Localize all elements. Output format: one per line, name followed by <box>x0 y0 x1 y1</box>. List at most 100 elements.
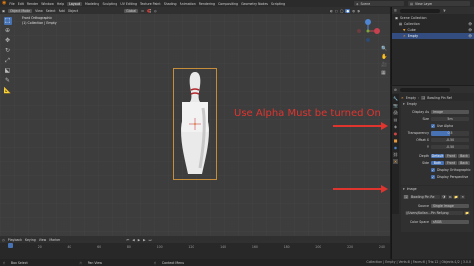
menu-view[interactable]: View <box>35 9 43 13</box>
source-dropdown[interactable]: Single Image <box>431 204 469 208</box>
menu-marker[interactable]: Marker <box>49 238 60 242</box>
transform-tool-icon[interactable]: ⬕ <box>5 67 11 75</box>
annotate-tool-icon[interactable]: ✎ <box>5 77 10 85</box>
move-tool-icon[interactable]: ✥ <box>5 37 10 45</box>
tab-geometry-nodes[interactable]: Geometry Nodes <box>241 2 268 6</box>
transform-orientation-dropdown[interactable]: Global <box>124 8 139 13</box>
menu-timeline-view[interactable]: View <box>39 238 47 242</box>
world-tab-icon[interactable]: ● <box>394 131 398 136</box>
object-tab-icon[interactable]: ■ <box>394 138 398 143</box>
jump-end-icon[interactable]: ⏭ <box>149 238 152 242</box>
image-browse-icon[interactable]: 🖼 <box>403 195 410 199</box>
outliner-editor-icon[interactable]: ☰ <box>394 9 397 13</box>
visibility-eye-icon[interactable]: 👁 <box>468 22 474 26</box>
proportional-edit-icon[interactable]: ◎ <box>154 9 157 13</box>
output-tab-icon[interactable]: 🖨 <box>393 110 398 115</box>
material-shading-icon[interactable]: ◍ <box>352 9 355 13</box>
bowling-pin-reference-image[interactable] <box>173 68 217 180</box>
scene-selector[interactable]: ◈ Scene <box>354 1 404 6</box>
view-layer-selector[interactable]: ▤ View Layer <box>408 1 470 6</box>
properties-editor-icon[interactable]: ⚙ <box>394 88 397 92</box>
rotate-tool-icon[interactable]: ↻ <box>5 47 10 55</box>
size-field[interactable]: 5m <box>431 117 469 121</box>
select-box-tool-icon[interactable]: ⬚ <box>3 17 12 25</box>
menu-playback[interactable]: Playback <box>8 238 22 242</box>
tab-rendering[interactable]: Rendering <box>199 2 215 6</box>
offset-y-field[interactable]: -0.50 <box>431 145 469 149</box>
open-image-icon[interactable]: 📁 <box>453 195 460 199</box>
overlay-icon[interactable]: ◐ <box>330 9 333 13</box>
rendered-shading-icon[interactable]: ◑ <box>357 9 360 13</box>
tab-layout[interactable]: Layout <box>67 1 82 6</box>
view-layer-tab-icon[interactable]: ▤ <box>394 117 398 122</box>
constraints-tab-icon[interactable]: ⛓ <box>393 152 398 157</box>
play-icon[interactable]: ▶ <box>138 238 140 242</box>
tab-sculpting[interactable]: Sculpting <box>102 2 117 6</box>
editor-type-icon[interactable]: ▣ <box>2 9 5 13</box>
outliner-search-field[interactable] <box>399 8 440 13</box>
snap-icon[interactable]: 🧲 <box>147 9 151 13</box>
menu-keying[interactable]: Keying <box>25 238 36 242</box>
scene-tab-icon[interactable]: ◈ <box>394 124 397 129</box>
depth-default-button[interactable]: Default <box>431 154 444 158</box>
navigation-gizmo[interactable] <box>355 18 381 44</box>
depth-front-button[interactable]: Front <box>445 154 457 158</box>
solid-shading-icon[interactable]: ● <box>345 8 351 13</box>
menu-help[interactable]: Help <box>57 2 64 6</box>
zoom-icon[interactable]: 🔍 <box>381 46 387 52</box>
scale-tool-icon[interactable]: ⤢ <box>5 57 10 65</box>
jump-start-icon[interactable]: ⏮ <box>126 238 129 242</box>
outliner-item-empty[interactable]: ✕ Empty 👁 <box>392 33 474 39</box>
color-space-dropdown[interactable]: sRGB <box>431 220 469 224</box>
properties-search-field[interactable] <box>399 87 450 92</box>
pan-icon[interactable]: ✋ <box>381 54 387 60</box>
image-panel-header[interactable]: ▾ Image <box>401 186 473 192</box>
menu-file[interactable]: File <box>9 2 14 6</box>
menu-object[interactable]: Object <box>68 9 78 13</box>
menu-add[interactable]: Add <box>59 9 65 13</box>
tab-scripting[interactable]: Scripting <box>271 2 285 6</box>
menu-window[interactable]: Window <box>41 2 54 6</box>
tab-animation[interactable]: Animation <box>180 2 196 6</box>
tool-tab-icon[interactable]: 🔧 <box>393 96 398 101</box>
side-back-button[interactable]: Back <box>458 161 470 165</box>
fake-user-icon[interactable]: 🛡 <box>441 195 448 199</box>
depth-back-button[interactable]: Back <box>458 154 470 158</box>
next-key-icon[interactable]: ▶ <box>143 238 145 242</box>
menu-edit[interactable]: Edit <box>18 2 24 6</box>
display-as-dropdown[interactable]: Image <box>431 110 469 114</box>
timeline-editor-icon[interactable]: ◷ <box>2 238 5 242</box>
camera-view-icon[interactable]: 🎥 <box>381 62 387 68</box>
new-image-icon[interactable]: ⧉ <box>448 195 453 199</box>
visibility-eye-icon[interactable]: 👁 <box>468 34 474 38</box>
browse-file-icon[interactable]: 📁 <box>464 211 470 215</box>
mode-dropdown[interactable]: Object Mode <box>8 8 33 13</box>
tab-texture-paint[interactable]: Texture Paint <box>140 2 161 6</box>
filter-icon[interactable]: ⧩ <box>443 9 446 13</box>
physics-tab-icon[interactable]: ◉ <box>394 145 398 150</box>
side-front-button[interactable]: Front <box>445 161 457 165</box>
tab-shading[interactable]: Shading <box>164 2 177 6</box>
render-tab-icon[interactable]: 📷 <box>393 103 398 108</box>
image-name-field[interactable]: Bowling Pin Re <box>410 195 441 199</box>
empty-panel-header[interactable]: ▾ Empty <box>401 101 473 107</box>
data-tab-icon[interactable]: ✕ <box>392 159 399 164</box>
prev-key-icon[interactable]: ◀ <box>132 238 134 242</box>
wireframe-shading-icon[interactable]: ◯ <box>340 9 344 13</box>
timeline-playhead[interactable] <box>8 243 13 248</box>
side-both-button[interactable]: Both <box>431 161 444 165</box>
cursor-tool-icon[interactable]: ⊕ <box>5 27 10 35</box>
tab-compositing[interactable]: Compositing <box>218 2 238 6</box>
xray-icon[interactable]: ▢ <box>335 9 338 13</box>
unlink-image-icon[interactable]: ✕ <box>460 195 466 199</box>
ortho-toggle-icon[interactable]: ▦ <box>381 70 387 76</box>
pivot-icon[interactable]: ⊙ <box>141 9 144 13</box>
menu-select[interactable]: Select <box>46 9 56 13</box>
filepath-field[interactable]: //Users/Kollan...Pin Ref.png <box>405 211 463 215</box>
tab-uv-editing[interactable]: UV Editing <box>120 2 137 6</box>
visibility-eye-icon[interactable]: 👁 <box>468 28 474 32</box>
menu-render[interactable]: Render <box>27 2 38 6</box>
tab-modeling[interactable]: Modeling <box>85 2 100 6</box>
offset-x-field[interactable]: -0.50 <box>431 138 469 142</box>
blender-logo-icon[interactable]: ◉ <box>2 1 6 6</box>
